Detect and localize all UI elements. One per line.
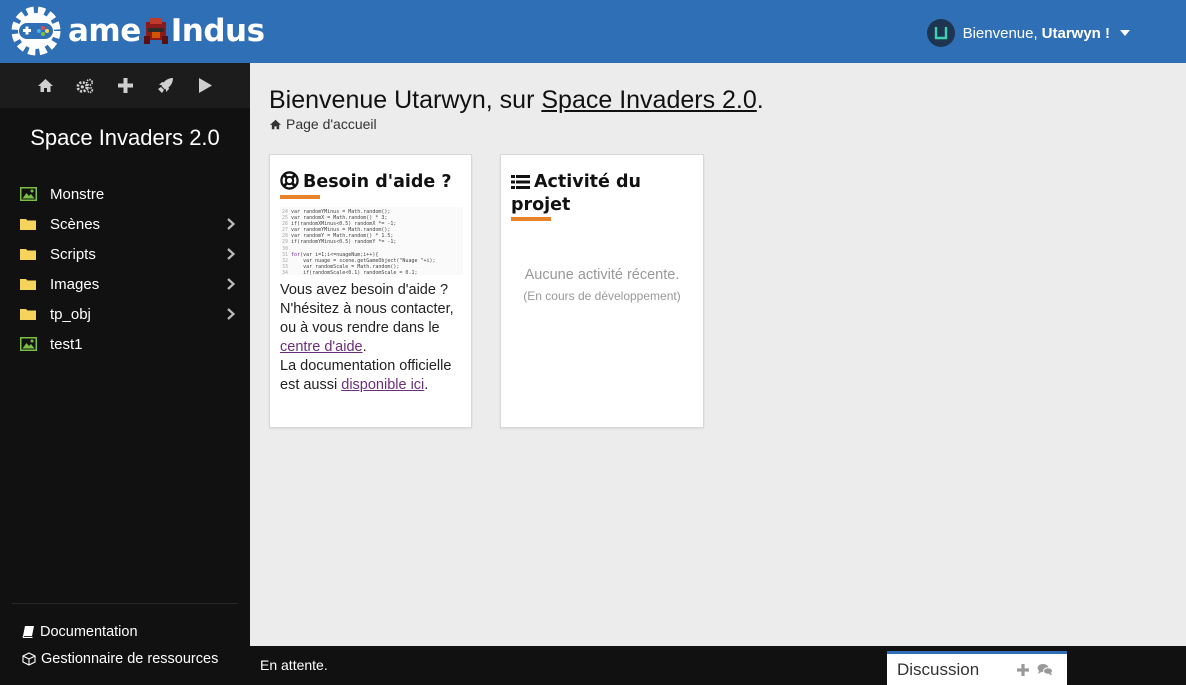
cube-icon (22, 651, 36, 666)
tree-item-label: Scènes (50, 215, 101, 233)
image-icon (20, 187, 37, 201)
asset-tree: Monstre Scènes Scripts Images tp_obj tes… (0, 179, 250, 359)
avatar[interactable] (926, 19, 955, 47)
title-prefix: Bienvenue Utarwyn, sur (269, 86, 542, 114)
user-name[interactable]: Utarwyn ! (1042, 25, 1110, 42)
chevron-right-icon[interactable] (226, 308, 236, 320)
tree-item-label: test1 (50, 335, 83, 353)
user-menu[interactable]: Bienvenue, Utarwyn ! (926, 18, 1130, 48)
book-icon (22, 626, 34, 638)
chevron-right-icon[interactable] (226, 218, 236, 230)
documentation-label: Documentation (40, 623, 138, 640)
plus-icon[interactable] (116, 77, 134, 95)
tree-item-label: Images (50, 275, 100, 293)
user-greeting: Bienvenue, (962, 24, 1038, 42)
title-suffix: . (756, 86, 764, 114)
tree-item-tp-obj[interactable]: tp_obj (0, 299, 250, 329)
page-title: Bienvenue Utarwyn, sur Space Invaders 2.… (269, 86, 764, 115)
folder-icon (20, 249, 36, 260)
tree-item-scripts[interactable]: Scripts (0, 239, 250, 269)
tree-item-scenes[interactable]: Scènes (0, 209, 250, 239)
help-center-link[interactable]: centre d'aide (280, 339, 363, 355)
gear-gamepad-icon (11, 6, 61, 56)
home-icon[interactable] (36, 77, 54, 95)
sidebar-footer: Documentation Gestionnaire de ressources (12, 603, 238, 685)
tree-item-test1[interactable]: test1 (0, 329, 250, 359)
play-icon[interactable] (196, 77, 214, 95)
discussion-panel-tab[interactable]: Discussion (887, 651, 1067, 685)
logo-text-part-a: ame (68, 13, 141, 49)
tree-item-label: tp_obj (50, 305, 91, 323)
discussion-label: Discussion (897, 660, 980, 679)
tree-item-label: Monstre (50, 185, 105, 203)
project-title: Space Invaders 2.0 (30, 125, 220, 150)
help-card-title: Besoin d'aide ? (280, 171, 463, 194)
tree-item-label: Scripts (50, 245, 96, 263)
plus-icon[interactable] (1017, 663, 1029, 676)
help-card: Besoin d'aide ? 24 var randomYMinus = Ma… (269, 154, 472, 428)
resource-manager-label: Gestionnaire de ressources (41, 650, 219, 667)
list-icon (511, 175, 530, 189)
chevron-right-icon[interactable] (226, 248, 236, 260)
activity-card-title-text: Activité du projet (511, 172, 641, 215)
home-icon (270, 119, 281, 129)
gears-icon[interactable] (76, 77, 94, 95)
user-initial-icon (934, 27, 947, 40)
breadcrumb: Page d'accueil (269, 116, 377, 132)
life-ring-icon (280, 171, 299, 190)
code-screenshot: 24 var randomYMinus = Math.random(); 25 … (280, 207, 463, 275)
help-text-2: . (362, 339, 367, 355)
activity-card-title: Activité du projet (511, 171, 695, 217)
status-bar: En attente. Discussion (250, 646, 1186, 685)
top-bar: ame Indus Bienvenue, Utarwyn ! (0, 0, 1186, 63)
project-link[interactable]: Space Invaders 2.0 (541, 86, 756, 114)
rocket-icon[interactable] (156, 77, 174, 95)
caret-down-icon[interactable] (1120, 30, 1130, 36)
folder-icon (20, 309, 36, 320)
title-underline (280, 195, 320, 199)
main-content: Bienvenue Utarwyn, sur Space Invaders 2.… (250, 63, 1186, 646)
documentation-link[interactable]: Documentation (12, 618, 238, 645)
tree-item-images[interactable]: Images (0, 269, 250, 299)
help-card-title-text: Besoin d'aide ? (303, 172, 452, 192)
help-text-1: Vous avez besoin d'aide ? N'hésitez à no… (280, 282, 454, 336)
resource-manager-link[interactable]: Gestionnaire de ressources (12, 645, 238, 672)
status-text: En attente. (260, 657, 328, 673)
no-activity-text: Aucune activité récente. (524, 267, 680, 283)
logo-text: ame Indus (68, 13, 265, 49)
discussion-actions (1017, 663, 1053, 676)
image-icon (20, 337, 37, 351)
gameindus-logo[interactable]: ame Indus (10, 5, 265, 57)
documentation-available-link[interactable]: disponible ici (341, 377, 424, 393)
breadcrumb-label[interactable]: Page d'accueil (286, 116, 377, 132)
sidebar: Space Invaders 2.0 Monstre Scènes Script… (0, 63, 250, 685)
development-note: (En cours de développement) (523, 289, 681, 303)
folder-icon (20, 219, 36, 230)
folder-icon (20, 279, 36, 290)
knight-sprite-icon (143, 18, 168, 44)
logo-text-part-b: Indus (170, 13, 265, 49)
help-text-4: . (424, 377, 429, 393)
sidebar-toolbar (0, 63, 250, 108)
chevron-right-icon[interactable] (226, 278, 236, 290)
tree-item-monstre[interactable]: Monstre (0, 179, 250, 209)
title-underline (511, 217, 551, 221)
comments-icon[interactable] (1037, 663, 1053, 676)
activity-card: Activité du projet Aucune activité récen… (500, 154, 704, 428)
help-text: Vous avez besoin d'aide ? N'hésitez à no… (280, 281, 463, 395)
